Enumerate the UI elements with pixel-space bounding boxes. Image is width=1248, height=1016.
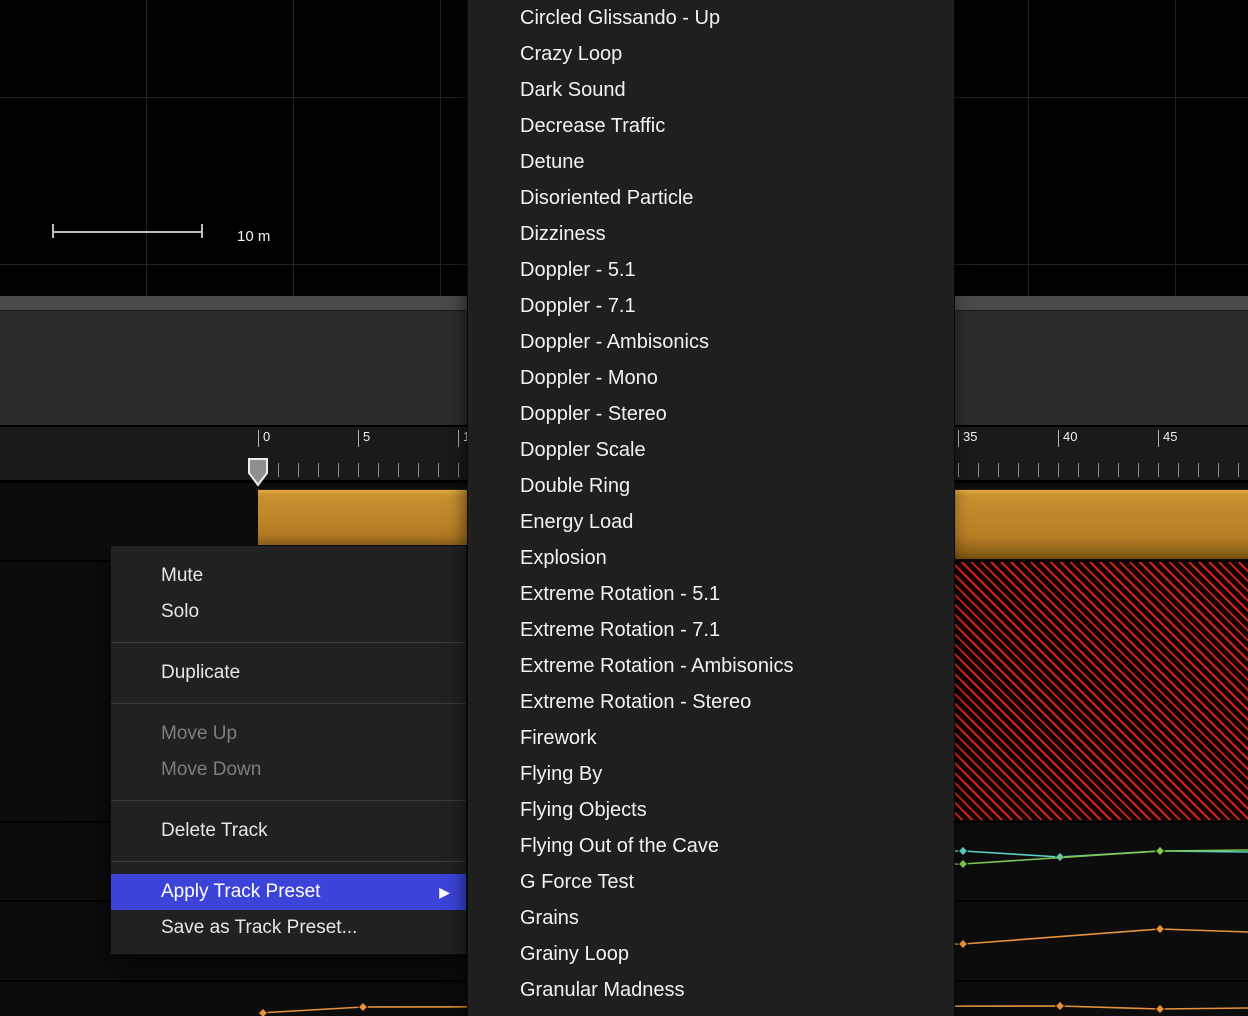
preset-item[interactable]: Doppler - 5.1 <box>468 252 954 288</box>
ruler-tick <box>1238 463 1239 477</box>
preset-item[interactable]: Explosion <box>468 540 954 576</box>
scale-ruler-line <box>52 231 203 233</box>
preset-item[interactable]: Flying By <box>468 756 954 792</box>
ruler-tick <box>998 463 999 477</box>
preset-item[interactable]: Extreme Rotation - Ambisonics <box>468 648 954 684</box>
menu-item-move-down: Move Down <box>111 752 466 788</box>
ruler-tick <box>358 463 359 477</box>
menu-item-move-up: Move Up <box>111 716 466 752</box>
ruler-label: 5 <box>363 429 370 444</box>
ruler-tick <box>318 463 319 477</box>
menu-item-label: Solo <box>161 601 199 622</box>
ruler-tick <box>1198 463 1199 477</box>
menu-separator <box>111 642 466 643</box>
preset-item[interactable]: Circled Glissando - Up <box>468 0 954 36</box>
ruler-tick <box>1058 463 1059 477</box>
submenu-arrow-icon: ▶ <box>439 874 450 910</box>
preset-item[interactable]: Granular Madness <box>468 972 954 1008</box>
preset-item[interactable]: Doppler - 7.1 <box>468 288 954 324</box>
menu-item-label: Apply Track Preset <box>161 881 320 902</box>
menu-item-apply-track-preset[interactable]: Apply Track Preset ▶ <box>111 874 466 910</box>
preset-item[interactable]: Disoriented Particle <box>468 180 954 216</box>
ruler-tick <box>458 463 459 477</box>
menu-item-label: Mute <box>161 565 203 586</box>
menu-item-label: Save as Track Preset... <box>161 917 357 938</box>
ruler-tick <box>418 463 419 477</box>
ruler-tick <box>298 463 299 477</box>
menu-item-save-as-track-preset[interactable]: Save as Track Preset... <box>111 910 466 946</box>
preset-item[interactable]: Energy Load <box>468 504 954 540</box>
preset-item[interactable]: Extreme Rotation - 7.1 <box>468 612 954 648</box>
app-window: 10 m + 051015202530354045 Explosion + Me… <box>0 0 1248 1016</box>
menu-item-label: Move Up <box>161 723 237 744</box>
menu-item-solo[interactable]: Solo <box>111 594 466 630</box>
ruler-tick <box>1218 463 1219 477</box>
ruler-tick <box>1018 463 1019 477</box>
scale-label: 10 m <box>237 228 270 245</box>
ruler-tick-major <box>1158 430 1159 447</box>
ruler-label: 35 <box>963 429 977 444</box>
menu-item-delete-track[interactable]: Delete Track <box>111 813 466 849</box>
menu-separator <box>111 800 466 801</box>
menu-item-duplicate[interactable]: Duplicate <box>111 655 466 691</box>
preset-item[interactable]: Doppler - Mono <box>468 360 954 396</box>
menu-separator <box>111 861 466 862</box>
ruler-tick <box>278 463 279 477</box>
preset-item[interactable]: Decrease Traffic <box>468 108 954 144</box>
preset-item[interactable]: Flying Objects <box>468 792 954 828</box>
ruler-tick-major <box>258 430 259 447</box>
menu-separator <box>111 703 466 704</box>
scale-ruler-cap-right <box>201 224 203 238</box>
ruler-tick <box>378 463 379 477</box>
preset-item[interactable]: Dark Sound <box>468 72 954 108</box>
preset-item[interactable]: Extreme Rotation - 5.1 <box>468 576 954 612</box>
preset-item[interactable]: Detune <box>468 144 954 180</box>
ruler-tick <box>438 463 439 477</box>
preset-item[interactable]: Doppler - Stereo <box>468 396 954 432</box>
ruler-tick-major <box>358 430 359 447</box>
ruler-tick <box>1138 463 1139 477</box>
ruler-tick <box>398 463 399 477</box>
preset-item[interactable]: Doppler Scale <box>468 432 954 468</box>
preset-item[interactable]: Extreme Rotation - Stereo <box>468 684 954 720</box>
scale-ruler-cap-left <box>52 224 54 238</box>
ruler-tick-major <box>458 430 459 447</box>
preset-item[interactable]: G Force Test <box>468 864 954 900</box>
ruler-tick <box>1038 463 1039 477</box>
ruler-tick <box>958 463 959 477</box>
preset-item[interactable]: Grainy Loop <box>468 936 954 972</box>
menu-item-label: Duplicate <box>161 662 240 683</box>
ruler-tick <box>1118 463 1119 477</box>
ruler-tick <box>338 463 339 477</box>
preset-item[interactable]: Firework <box>468 720 954 756</box>
preset-item[interactable]: Grains <box>468 900 954 936</box>
ruler-tick-major <box>958 430 959 447</box>
preset-item[interactable]: Flying Out of the Cave <box>468 828 954 864</box>
ruler-label: 45 <box>1163 429 1177 444</box>
playhead-marker[interactable] <box>247 457 269 487</box>
ruler-tick <box>978 463 979 477</box>
ruler-tick <box>1098 463 1099 477</box>
menu-item-label: Delete Track <box>161 820 268 841</box>
ruler-tick-major <box>1058 430 1059 447</box>
preset-item[interactable]: Doppler - Ambisonics <box>468 324 954 360</box>
menu-item-mute[interactable]: Mute <box>111 558 466 594</box>
ruler-tick <box>1078 463 1079 477</box>
menu-item-label: Move Down <box>161 759 261 780</box>
ruler-label: 0 <box>263 429 270 444</box>
ruler-label: 40 <box>1063 429 1077 444</box>
track-context-menu: Mute Solo Duplicate Move Up Move Down Delete … <box>110 545 467 955</box>
preset-item[interactable]: Double Ring <box>468 468 954 504</box>
preset-item[interactable]: Crazy Loop <box>468 36 954 72</box>
preset-submenu: Circled Glissando - UpCrazy LoopDark Sou… <box>467 0 955 1016</box>
preset-item[interactable]: Dizziness <box>468 216 954 252</box>
ruler-tick <box>1158 463 1159 477</box>
ruler-tick <box>1178 463 1179 477</box>
